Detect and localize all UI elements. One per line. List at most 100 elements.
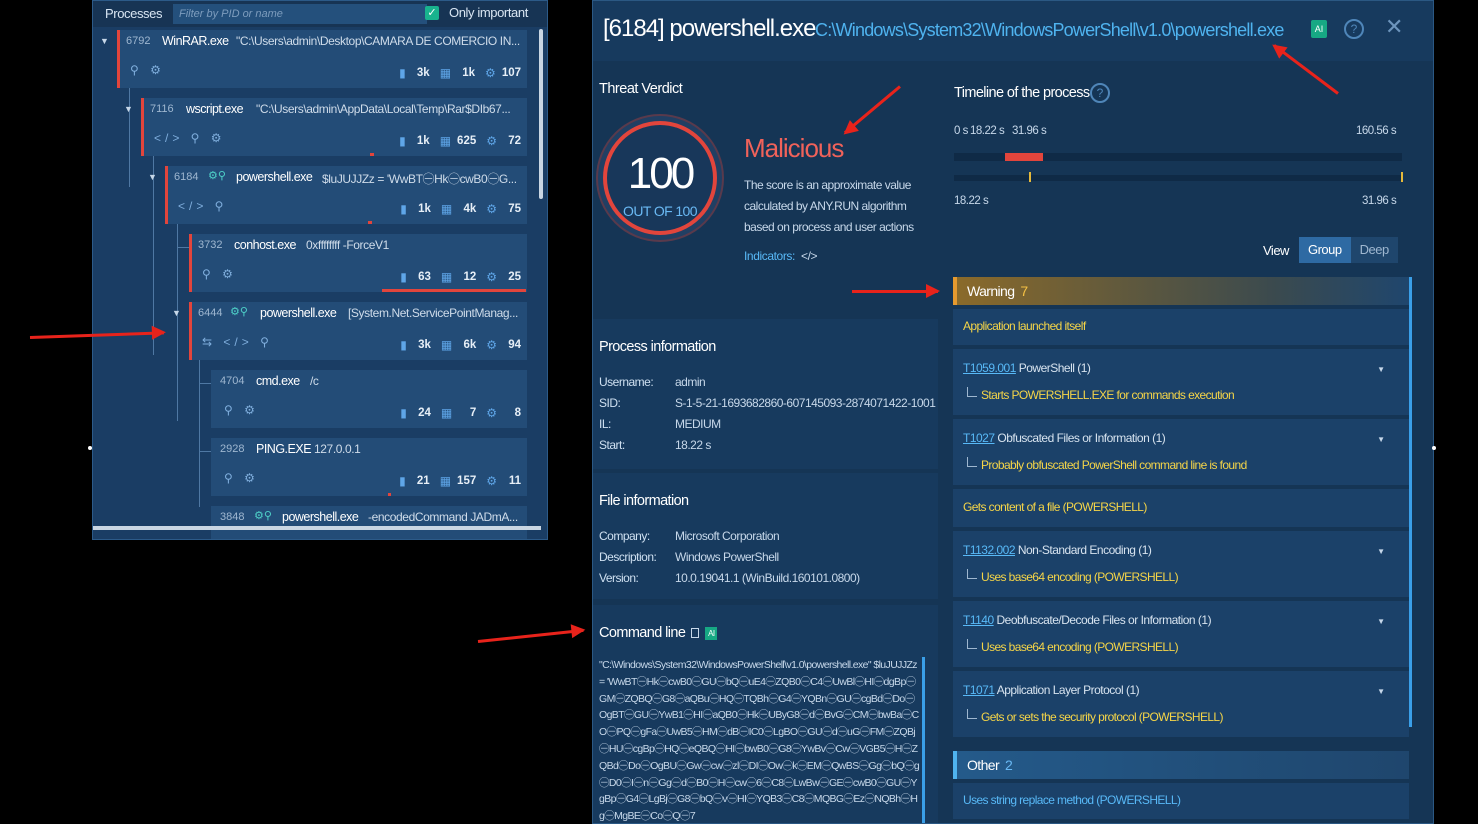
process-row-3732[interactable]: 3732 conhost.exe 0xffffffff -ForceV1 ⚲ ⚙…: [189, 234, 527, 292]
technique-id-link[interactable]: T1071: [963, 683, 995, 697]
events-scrollbar[interactable]: [1409, 277, 1412, 727]
process-metrics: ▮ 21 ▦ 157 ⚙ 11: [389, 470, 521, 492]
process-name: PING.EXE: [256, 442, 312, 456]
tree-connector: [129, 85, 130, 187]
edge-dot: [1432, 446, 1436, 450]
view-deep-button[interactable]: Deep: [1350, 237, 1398, 263]
collapse-arrow-icon[interactable]: ▼: [124, 104, 133, 114]
detail-header: [6184] powershell.exe C:\Windows\System3…: [593, 1, 1433, 61]
event-item[interactable]: T1059.001 PowerShell (1) ▼ Starts POWERS…: [953, 349, 1409, 415]
timeline-zoom-track: [954, 175, 1402, 181]
help-icon[interactable]: ?: [1344, 19, 1364, 39]
process-panel-header: Processes ✓ Only important: [93, 1, 547, 27]
event-item[interactable]: T1140 Deobfuscate/Decode Files or Inform…: [953, 601, 1409, 667]
process-name: wscript.exe: [186, 102, 244, 116]
timeline-sub-start: 18.22 s: [954, 195, 989, 207]
process-row-6792[interactable]: ▼ 6792 WinRAR.exe "C:\Users\admin\Deskto…: [100, 30, 527, 88]
process-flag-icons: ⚲ ⚙: [130, 63, 165, 77]
technique-id-link[interactable]: T1059.001: [963, 361, 1016, 375]
collapse-arrow-icon[interactable]: ▼: [100, 36, 109, 46]
process-info-section: Process information Username: admin SID: S…: [593, 319, 938, 469]
info-value: Windows PowerShell: [675, 550, 779, 564]
expand-caret-icon[interactable]: ▼: [1377, 547, 1385, 556]
view-group-button[interactable]: Group: [1298, 237, 1351, 263]
registry-count: 6k: [463, 339, 477, 351]
tree-connector: [199, 383, 211, 384]
event-item[interactable]: Uses string replace method (POWERSHELL): [953, 783, 1409, 819]
event-detail-text: Starts POWERSHELL.EXE for commands execu…: [981, 388, 1235, 402]
command-line-scrollbar[interactable]: [922, 657, 925, 823]
warning-group-header[interactable]: Warning 7: [953, 277, 1409, 305]
copy-icon[interactable]: [691, 628, 700, 639]
event-item[interactable]: T1071 Application Layer Protocol (1) ▼ G…: [953, 671, 1409, 737]
info-key: Username:: [599, 375, 654, 389]
ai-button[interactable]: AI: [705, 626, 718, 640]
expand-caret-icon[interactable]: ▼: [1377, 617, 1385, 626]
event-item[interactable]: Gets content of a file (POWERSHELL): [953, 489, 1409, 527]
process-panel-scrollbar[interactable]: [539, 29, 543, 199]
file-icon: ▮: [400, 406, 407, 420]
only-important-checkbox[interactable]: ✓: [425, 6, 439, 20]
process-flag-icons: ⚲ ⚙: [202, 267, 237, 281]
event-detail: Probably obfuscated PowerShell command l…: [967, 457, 1247, 472]
timeline-help-icon[interactable]: ?: [1090, 83, 1110, 103]
network-icon: ⚙: [486, 270, 497, 284]
process-row-4704[interactable]: 4704 cmd.exe /c ⚲ ⚙ ▮ 24 ▦ 7 ⚙ 8: [211, 370, 527, 428]
tree-connector: [177, 247, 189, 248]
expand-caret-icon[interactable]: ▼: [1377, 435, 1385, 444]
code-icon[interactable]: </>: [801, 249, 818, 263]
technique-line: T1059.001 PowerShell (1): [963, 361, 1091, 375]
event-detail-text: Uses base64 encoding (POWERSHELL): [981, 640, 1179, 654]
process-path-link[interactable]: C:\Windows\System32\WindowsPowerShell\v1…: [815, 20, 1284, 41]
timeline-tick: [1401, 172, 1403, 182]
warning-label: Warning: [967, 283, 1015, 299]
technique-id-link[interactable]: T1132.002: [963, 543, 1016, 557]
info-key: Version:: [599, 571, 639, 585]
technique-id-link[interactable]: T1140: [963, 613, 994, 627]
technique-line: T1071 Application Layer Protocol (1): [963, 683, 1140, 697]
registry-icon: ▦: [440, 338, 453, 352]
process-name: cmd.exe: [256, 374, 300, 388]
file-icon: ▮: [399, 66, 406, 80]
annotation-arrow: [477, 628, 584, 643]
ai-button[interactable]: AI: [1311, 20, 1327, 38]
other-group-header[interactable]: Other 2: [953, 751, 1409, 779]
file-icon: ▮: [399, 134, 406, 148]
expand-caret-icon[interactable]: ▼: [1377, 687, 1385, 696]
indicators-link[interactable]: Indicators: </>: [744, 249, 818, 263]
close-icon[interactable]: ✕: [1385, 14, 1403, 40]
process-panel-hscrollbar[interactable]: [93, 526, 541, 530]
registry-count: 4k: [463, 203, 477, 215]
technique-id-link[interactable]: T1027: [963, 431, 995, 445]
registry-icon: ▦: [439, 474, 452, 488]
timeline-process-segment[interactable]: [1004, 153, 1044, 161]
event-item[interactable]: T1027 Obfuscated Files or Information (1…: [953, 419, 1409, 485]
info-key: IL:: [599, 417, 611, 431]
registry-count: 157: [457, 475, 477, 487]
files-count: 1k: [416, 135, 430, 147]
process-panel-title: Processes: [105, 6, 163, 21]
process-filter-input[interactable]: [173, 4, 427, 24]
process-pid: 6792: [126, 35, 151, 47]
expand-caret-icon[interactable]: ▼: [1377, 365, 1385, 374]
process-row-6444[interactable]: ▼ 6444 ⚙⚲ powershell.exe [System.Net.Ser…: [172, 302, 527, 360]
network-icon: ⚙: [486, 134, 497, 148]
process-title: [6184] powershell.exe: [603, 15, 816, 42]
collapse-arrow-icon[interactable]: ▼: [172, 308, 181, 318]
event-item[interactable]: Application launched itself: [953, 309, 1409, 345]
collapse-arrow-icon[interactable]: ▼: [148, 172, 157, 182]
process-row-7116[interactable]: ▼ 7116 wscript.exe "C:\Users\admin\AppDa…: [124, 98, 527, 156]
technique-name: Application Layer Protocol (1): [996, 683, 1140, 697]
command-line-title-wrap: Command line AI: [599, 625, 718, 641]
process-pid: 4704: [220, 375, 245, 387]
process-args: -encodedCommand JADmA...: [368, 510, 518, 524]
technique-name: Non-Standard Encoding (1): [1017, 543, 1152, 557]
technique-line: T1027 Obfuscated Files or Information (1…: [963, 431, 1166, 445]
event-item[interactable]: T1132.002 Non-Standard Encoding (1) ▼ Us…: [953, 531, 1409, 597]
process-row-6184[interactable]: ▼ 6184 ⚙⚲ powershell.exe $luJUJJZz = 'Ww…: [148, 166, 527, 224]
timeline-title: Timeline of the process: [954, 85, 1090, 101]
process-row-3848[interactable]: 3848 ⚙⚲ powershell.exe -encodedCommand J…: [211, 506, 527, 539]
process-row-2928[interactable]: 2928 PING.EXE 127.0.0.1 ⚲ ⚙ ▮ 21 ▦ 157 ⚙ 11: [211, 438, 527, 496]
event-detail: Uses base64 encoding (POWERSHELL): [967, 569, 1179, 584]
process-detail-panel: [6184] powershell.exe C:\Windows\System3…: [592, 0, 1434, 824]
